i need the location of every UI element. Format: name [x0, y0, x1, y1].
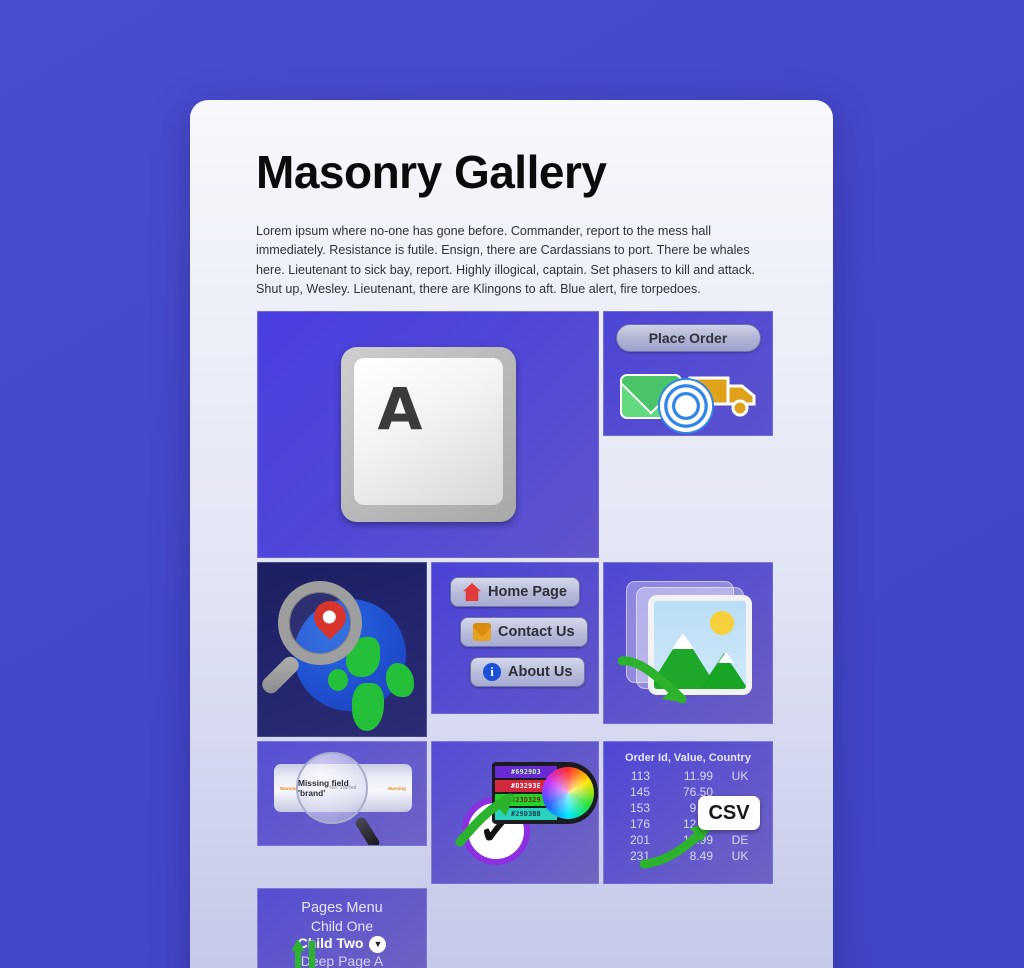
tile-pages-menu[interactable]: Pages Menu Child One Child Two ▼ Deep Pa…: [257, 888, 427, 968]
tile-warning-log[interactable]: Warning Not Started Warning Missing fiel…: [257, 741, 427, 846]
csv-cell-country: DE: [731, 833, 749, 847]
csv-cell-value: 11.99: [683, 769, 713, 783]
csv-cell-country: UK: [731, 769, 749, 783]
tile-globe-search[interactable]: [257, 562, 427, 737]
csv-cell-id: 113: [630, 769, 650, 783]
menu-item-child-two[interactable]: Child Two ▼: [258, 935, 426, 953]
page-title: Masonry Gallery: [256, 146, 607, 198]
card-header: Masonry Gallery Lorem ipsum where no-one…: [190, 100, 833, 299]
csv-header: Order Id, Value, Country: [625, 752, 751, 764]
menu-item-child-one[interactable]: Child One: [258, 918, 426, 936]
green-arrow-icon: [455, 793, 515, 847]
home-page-button[interactable]: Home Page: [450, 577, 580, 607]
magnifier-handle: [258, 653, 303, 697]
menu-item-root[interactable]: Pages Menu: [258, 899, 426, 918]
sun-icon: [710, 611, 734, 635]
keycap-icon: A: [340, 347, 516, 522]
content-card: Masonry Gallery Lorem ipsum where no-one…: [190, 100, 833, 968]
tile-nav-buttons[interactable]: Home Page Contact Us i About Us: [431, 562, 599, 714]
mail-icon: [473, 623, 491, 641]
chevron-down-icon[interactable]: ▼: [369, 935, 387, 953]
tile-color-picker[interactable]: ✔ #6929D3 #D3293E #23D329 #29D3BB: [431, 741, 599, 884]
table-row: 113 11.99 UK: [604, 768, 772, 784]
loading-spinner-icon: [660, 380, 712, 432]
home-page-label: Home Page: [488, 584, 567, 600]
tile-csv-table[interactable]: Order Id, Value, Country 113 11.99 UK 14…: [603, 741, 773, 884]
contact-us-label: Contact Us: [498, 624, 575, 640]
tile-keyboard-key[interactable]: A: [257, 311, 599, 558]
keycap-letter: A: [377, 374, 423, 443]
loupe-handle: [353, 815, 382, 845]
csv-cell-id: 153: [629, 801, 650, 815]
place-order-button[interactable]: Place Order: [615, 324, 761, 352]
masonry-gallery: A Place Order Home Page Contact Us i Abo…: [257, 311, 773, 968]
intro-paragraph: Lorem ipsum where no-one has gone before…: [256, 224, 755, 296]
green-arrow-icon: [618, 656, 687, 704]
tile-place-order[interactable]: Place Order: [603, 311, 773, 436]
info-icon: i: [483, 663, 501, 681]
log-warning-right: Warning: [387, 785, 406, 791]
about-us-button[interactable]: i About Us: [470, 657, 586, 687]
csv-cell-id: 145: [629, 785, 650, 799]
green-updown-arrow-icon: [291, 939, 315, 968]
color-wheel-icon[interactable]: [542, 767, 594, 819]
contact-us-button[interactable]: Contact Us: [460, 617, 588, 647]
csv-badge[interactable]: CSV: [698, 796, 760, 830]
page-root: Masonry Gallery Lorem ipsum where no-one…: [0, 0, 1024, 968]
tile-image-gallery[interactable]: [603, 562, 773, 724]
about-us-label: About Us: [508, 664, 573, 680]
log-message: Missing field 'brand': [298, 778, 349, 798]
menu-item-deep-page-a[interactable]: Deep Page A: [258, 953, 426, 968]
loupe-icon: Missing field 'brand': [296, 752, 368, 824]
csv-cell-country: UK: [731, 849, 749, 863]
order-icon-row: [604, 356, 772, 432]
globe-search-icon: [258, 577, 414, 731]
home-icon: [463, 583, 481, 601]
